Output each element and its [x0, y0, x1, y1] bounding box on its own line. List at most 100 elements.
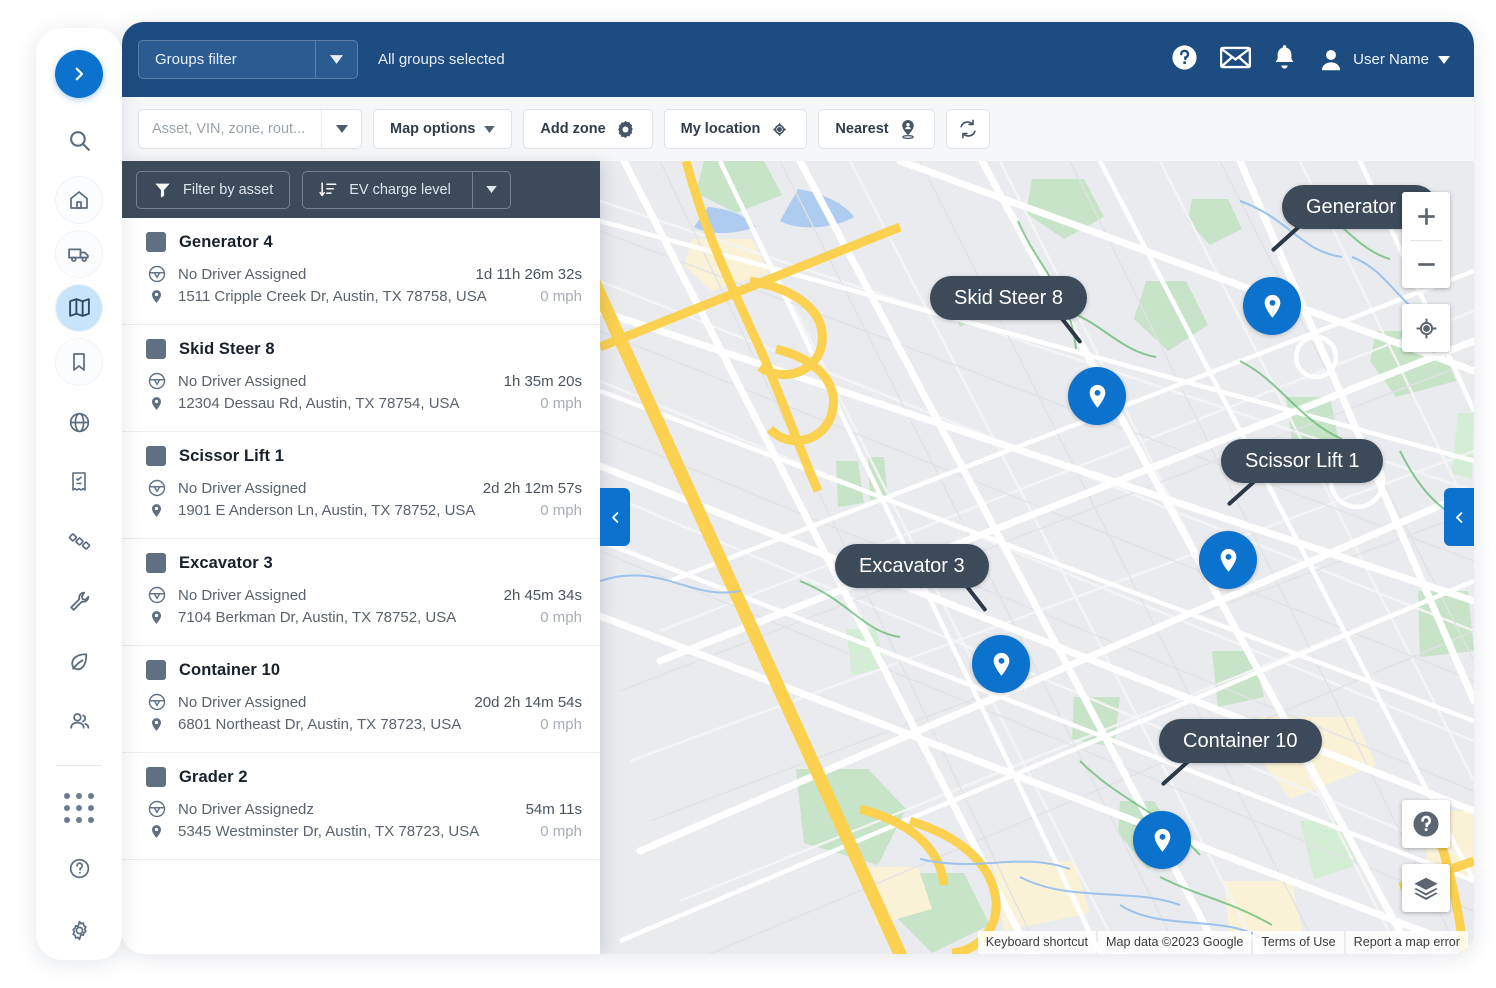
sidebar-item-integrations[interactable]	[55, 518, 103, 566]
asset-name: Grader 2	[179, 768, 248, 787]
sidebar-item-help[interactable]	[55, 845, 103, 893]
zoom-out-button[interactable]	[1402, 241, 1450, 288]
asset-list-item[interactable]: Grader 2 No Driver Assignedz 54m 11s 5	[122, 753, 600, 860]
asset-address: 5345 Westminster Dr, Austin, TX 78723, U…	[178, 823, 479, 840]
user-menu[interactable]: User Name	[1318, 47, 1450, 73]
all-groups-selected-text: All groups selected	[378, 51, 505, 68]
map-pin-icon	[1258, 292, 1287, 321]
header-mail-button[interactable]	[1220, 46, 1251, 74]
recenter-button[interactable]	[1402, 304, 1450, 352]
asset-list-item[interactable]: Scissor Lift 1 No Driver Assigned 2d 2h …	[122, 432, 600, 539]
bell-icon	[1272, 43, 1297, 71]
asset-duration: 2h 45m 34s	[504, 587, 582, 604]
groups-filter-caret[interactable]	[315, 41, 357, 78]
map-label-skid-steer-8[interactable]: Skid Steer 8	[930, 276, 1087, 320]
map-pin-icon	[146, 501, 167, 520]
sidebar-expand-toggle[interactable]	[55, 50, 103, 98]
help-circle-icon	[67, 856, 92, 881]
asset-location-line: 5345 Westminster Dr, Austin, TX 78723, U…	[146, 822, 582, 841]
map-pin-glyph	[149, 822, 164, 841]
groups-filter-label: Groups filter	[139, 41, 315, 78]
nearest-button[interactable]: Nearest	[818, 109, 934, 149]
map-layers-button[interactable]	[1402, 864, 1450, 912]
map-pin-glyph	[149, 608, 164, 627]
asset-header: Grader 2	[146, 767, 582, 787]
sort-dropdown[interactable]: EV charge level	[302, 171, 511, 209]
map-marker-scissor-lift-1[interactable]	[1199, 531, 1257, 589]
collapse-list-panel-button[interactable]	[600, 488, 630, 546]
map-pin-icon	[1148, 826, 1177, 855]
globe-icon	[67, 410, 92, 435]
map-marker-excavator-3[interactable]	[972, 635, 1030, 693]
sidebar-item-saved[interactable]	[55, 338, 103, 386]
sidebar-item-drivers[interactable]	[55, 697, 103, 745]
asset-location-line: 12304 Dessau Rd, Austin, TX 78754, USA 0…	[146, 394, 582, 413]
asset-color-swatch	[146, 446, 166, 466]
map-pin-icon	[1214, 546, 1243, 575]
asset-color-swatch	[146, 767, 166, 787]
map-options-button[interactable]: Map options	[373, 109, 512, 149]
asset-search-field[interactable]: Asset, VIN, zone, rout...	[138, 109, 362, 149]
truck-icon	[67, 241, 92, 266]
header-help-button[interactable]	[1170, 43, 1199, 77]
apps-grid-icon	[64, 793, 94, 823]
caret-down-icon	[486, 186, 497, 193]
asset-list-item[interactable]: Generator 4 No Driver Assigned 1d 11h 26…	[122, 218, 600, 325]
refresh-button[interactable]	[946, 109, 990, 149]
asset-search-caret[interactable]	[321, 110, 361, 148]
asset-driver: No Driver Assigned	[178, 587, 306, 604]
asset-address: 6801 Northeast Dr, Austin, TX 78723, USA	[178, 716, 461, 733]
sidebar-item-map[interactable]	[55, 284, 103, 332]
sidebar-item-search[interactable]	[55, 116, 103, 164]
layers-icon	[1412, 874, 1440, 902]
zoom-in-button[interactable]	[1402, 193, 1450, 240]
sidebar-item-home[interactable]	[55, 176, 103, 224]
steering-wheel-glyph	[147, 799, 167, 819]
asset-list-item[interactable]: Excavator 3 No Driver Assigned 2h 45m 34…	[122, 539, 600, 646]
help-circle-icon	[1170, 43, 1199, 72]
map-marker-container-10[interactable]	[1133, 811, 1191, 869]
asset-driver: No Driver Assigned	[178, 373, 306, 390]
sidebar-item-reports[interactable]	[55, 458, 103, 506]
sidebar-item-global[interactable]	[55, 399, 103, 447]
open-right-panel-button[interactable]	[1444, 488, 1474, 546]
asset-list-item[interactable]: Container 10 No Driver Assigned 20d 2h 1…	[122, 646, 600, 753]
crosshair-icon	[769, 119, 790, 140]
steering-wheel-glyph	[147, 264, 167, 284]
leaf-icon	[67, 649, 92, 674]
header-actions: User Name	[1170, 43, 1474, 77]
groups-filter-dropdown[interactable]: Groups filter	[138, 40, 358, 79]
sidebar-item-maintenance[interactable]	[55, 577, 103, 625]
caret-down-icon	[336, 125, 348, 133]
report-icon	[67, 470, 91, 494]
search-icon	[67, 128, 92, 153]
sidebar-item-sustainability[interactable]	[55, 637, 103, 685]
map-pin-glyph	[149, 287, 164, 306]
minus-icon	[1415, 253, 1438, 276]
steering-wheel-glyph	[147, 585, 167, 605]
plus-icon	[1415, 205, 1438, 228]
my-location-button[interactable]: My location	[664, 109, 808, 149]
sort-caret[interactable]	[472, 172, 510, 208]
filter-by-asset-label: Filter by asset	[183, 182, 273, 198]
map-label-scissor-lift-1[interactable]: Scissor Lift 1	[1221, 439, 1383, 483]
sidebar-item-settings[interactable]	[55, 906, 103, 954]
asset-driver-line: No Driver Assigned 1d 11h 26m 32s	[146, 264, 582, 284]
asset-driver-line: No Driver Assigned 1h 35m 20s	[146, 371, 582, 391]
add-zone-button[interactable]: Add zone	[523, 109, 652, 149]
map-pin-icon	[146, 287, 167, 306]
header-notifications-button[interactable]	[1272, 43, 1297, 76]
sidebar-item-fleet[interactable]	[55, 230, 103, 278]
asset-list[interactable]: Generator 4 No Driver Assigned 1d 11h 26…	[122, 218, 600, 954]
map-label-container-10[interactable]: Container 10	[1159, 719, 1322, 763]
map-marker-generator-4[interactable]	[1243, 277, 1301, 335]
filter-by-asset-button[interactable]: Filter by asset	[136, 171, 290, 209]
map-canvas[interactable]: Generator 4 Skid Steer 8 Scissor Lift 1 …	[600, 161, 1474, 954]
map-help-button[interactable]	[1402, 800, 1450, 848]
asset-speed: 0 mph	[540, 716, 582, 733]
sidebar-item-apps[interactable]	[55, 784, 103, 832]
map-marker-skid-steer-8[interactable]	[1068, 367, 1126, 425]
asset-speed: 0 mph	[540, 609, 582, 626]
asset-list-item[interactable]: Skid Steer 8 No Driver Assigned 1h 35m 2…	[122, 325, 600, 432]
map-label-excavator-3[interactable]: Excavator 3	[835, 544, 989, 588]
